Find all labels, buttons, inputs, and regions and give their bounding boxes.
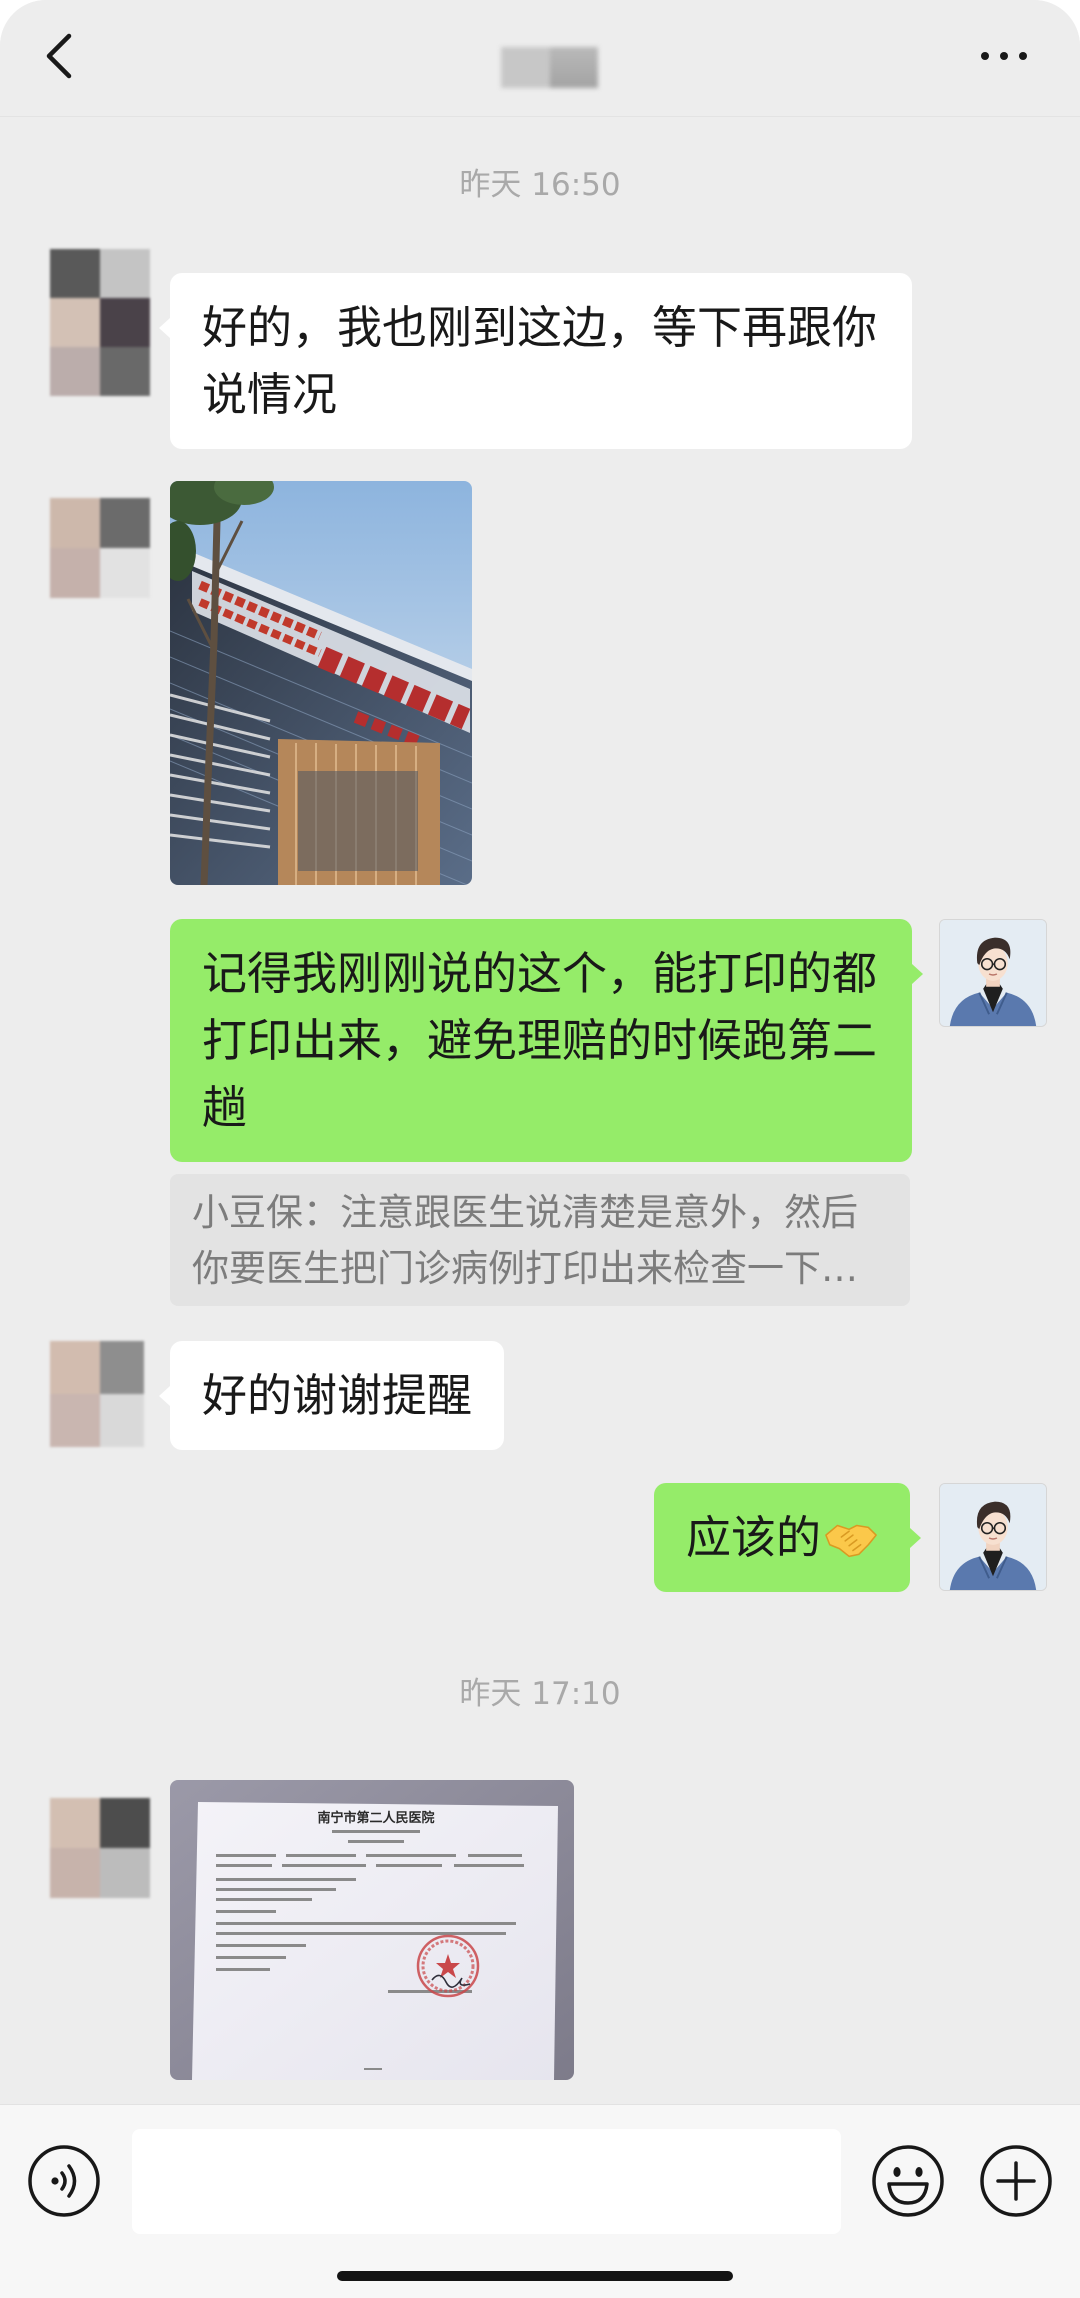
message-bubble-outgoing[interactable]: 应该的 (653, 1483, 922, 1592)
message-input[interactable] (132, 2129, 841, 2234)
more-horizontal-icon (981, 52, 1027, 60)
plus-circle-icon[interactable] (978, 2143, 1054, 2219)
message-bubble-incoming[interactable]: 好的谢谢提醒 (158, 1341, 505, 1450)
contact-avatar[interactable] (50, 1798, 150, 1898)
handshake-icon (825, 1524, 877, 1557)
my-avatar[interactable] (939, 1483, 1047, 1591)
message-bubble-outgoing[interactable]: 记得我刚刚说的这个，能打印的都打印出来，避免理赔的时候跑第二趟 (170, 919, 923, 1162)
cartoon-man-avatar (940, 920, 1046, 1026)
document-title: 南宁市第二人民医院 (317, 1810, 434, 1826)
home-indicator[interactable] (337, 2271, 733, 2281)
my-avatar[interactable] (939, 919, 1047, 1027)
quoted-message[interactable]: 小豆保：注意跟医生说清楚是意外，然后你要医生把门诊病例打印出来检查一下… (170, 1174, 910, 1306)
paper-sheet (192, 1802, 558, 2080)
chat-timestamp: 昨天 17:10 (459, 1676, 621, 1712)
chat-header (0, 0, 1080, 117)
building-photo (170, 481, 472, 885)
message-content: 应该的 (686, 1504, 878, 1571)
message-bubble-incoming[interactable]: 好的，我也刚到这边，等下再跟你说情况 (159, 273, 912, 449)
message-text: 应该的 (685, 1511, 821, 1564)
image-message-building-photo[interactable] (170, 481, 472, 885)
contact-avatar[interactable] (50, 498, 150, 598)
contact-avatar[interactable] (50, 1341, 144, 1447)
more-options-button[interactable] (970, 36, 1036, 76)
chat-screen: 昨天 16:50 好的，我也刚到这边，等下再跟你说情况 记得我刚刚说的这个，能打… (0, 0, 1080, 2298)
voice-icon[interactable] (26, 2143, 102, 2219)
cartoon-man-avatar (940, 1484, 1046, 1590)
back-button[interactable] (34, 26, 84, 86)
chat-timestamp: 昨天 16:50 (459, 167, 621, 203)
contact-name-redacted (501, 47, 598, 88)
contact-avatar[interactable] (50, 249, 150, 396)
smiley-icon[interactable] (870, 2143, 946, 2219)
chevron-left-icon (46, 33, 72, 79)
medical-record-photo: 南宁市第二人民医院 (170, 1780, 574, 2080)
input-bar (0, 2104, 1080, 2298)
image-message-medical-record-photo[interactable]: 南宁市第二人民医院 (170, 1780, 574, 2080)
